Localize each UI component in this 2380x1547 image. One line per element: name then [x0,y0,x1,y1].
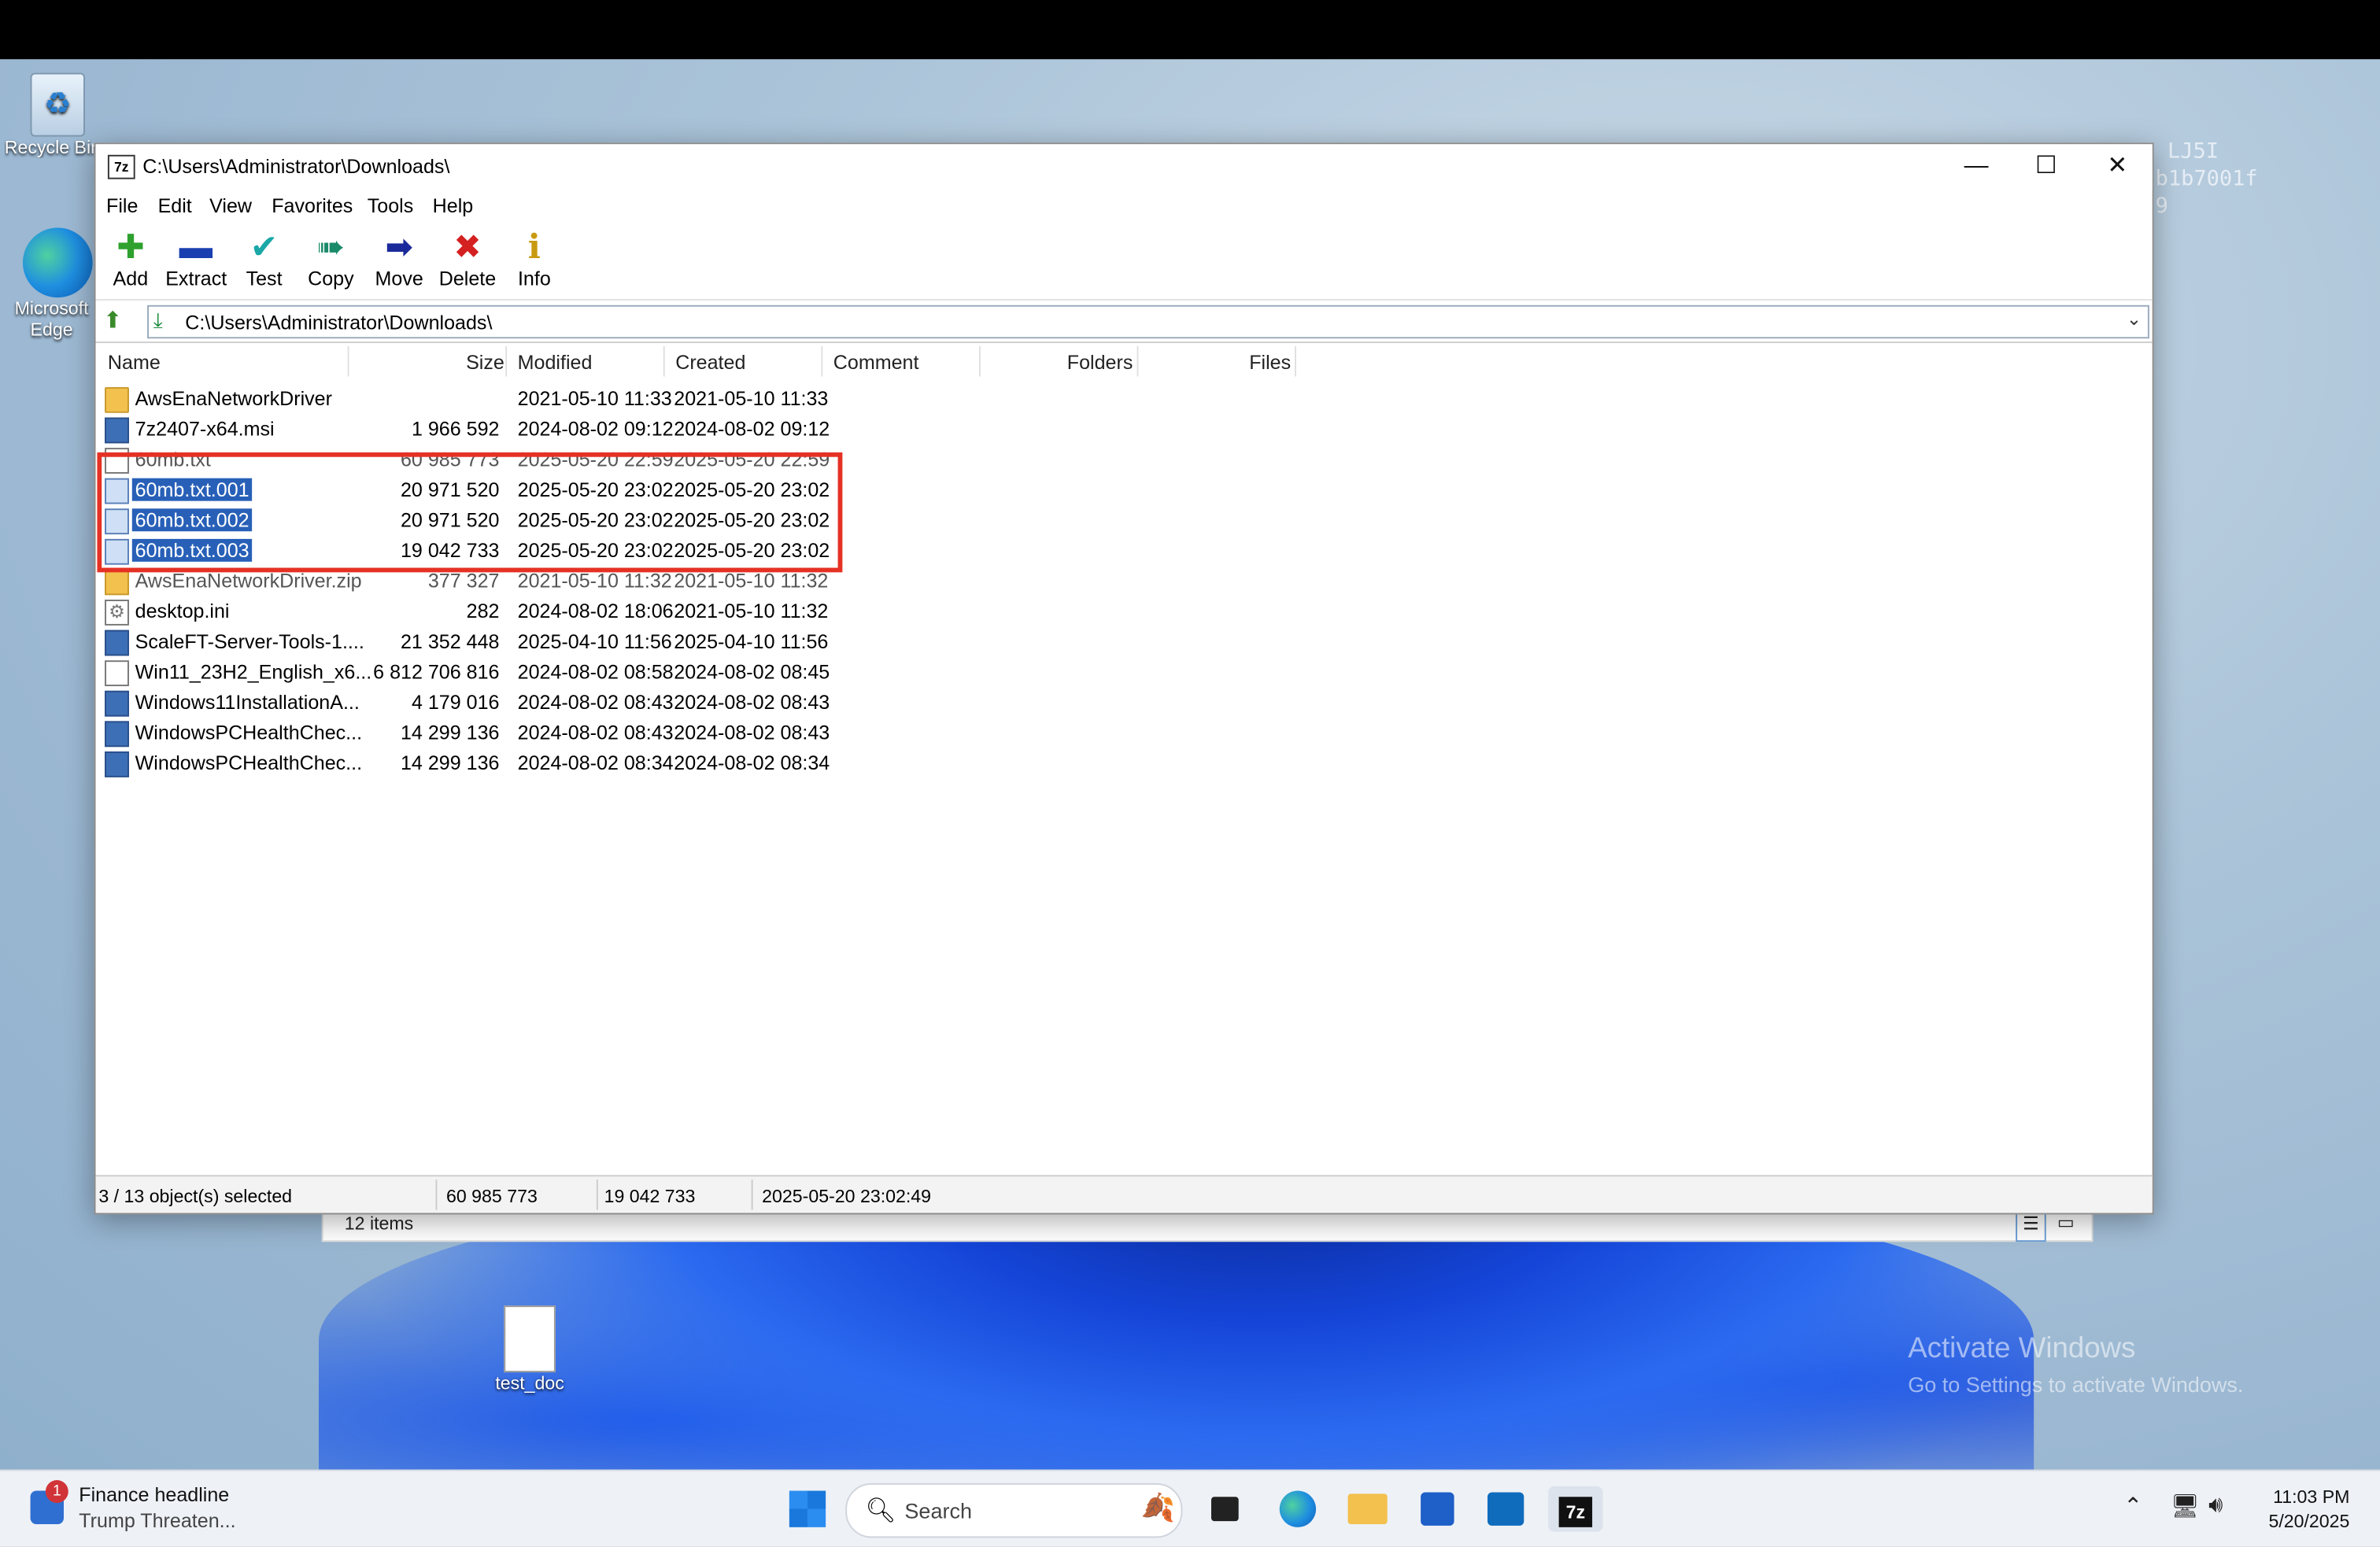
test-button[interactable]: ✔ Test [242,227,287,290]
taskbar-store[interactable] [1414,1486,1460,1532]
installer-icon [105,751,129,777]
clock[interactable]: 11:03 PM 5/20/2025 [2268,1485,2349,1534]
close-button[interactable]: ✕ [2082,144,2153,190]
folder-icon [1347,1493,1388,1524]
move-icon: ➡ [385,227,413,266]
list-item[interactable]: ScaleFT-Server-Tools-1.... 21 352 448 20… [95,627,2152,658]
chevron-up-icon[interactable]: ⌃ [2123,1492,2142,1519]
list-item[interactable]: 7z2407-x64.msi 1 966 592 2024-08-02 09:1… [95,415,2152,445]
extract-button[interactable]: ▬ Extract [165,227,227,290]
volume-icon[interactable]: 🔊︎ [2208,1492,2223,1518]
menu-view[interactable]: View [209,194,252,217]
highlight-box [97,452,843,573]
menu-edit[interactable]: Edit [158,194,192,217]
selected-size: 60 985 773 [445,1185,538,1207]
desktop-icon-test-doc[interactable]: test_doc [477,1305,583,1394]
recycle-bin-icon: ♻ [30,72,85,137]
info-button[interactable]: ℹ Info [515,227,554,290]
col-modified[interactable]: Modified [518,351,593,374]
7zip-file-manager-window: 7z C:\Users\Administrator\Downloads\ — ☐… [94,142,2154,1215]
col-name[interactable]: Name [108,351,161,374]
taskbar-outlook[interactable] [1483,1486,1528,1532]
col-comment[interactable]: Comment [833,351,919,374]
add-icon: ✚ [116,227,145,266]
delete-button[interactable]: ✖ Delete [437,227,497,290]
copy-button[interactable]: ➠ Copy [305,227,357,290]
settings-file-icon: ⚙ [105,600,129,626]
taskbar-file-explorer[interactable] [1345,1486,1391,1532]
menu-favorites[interactable]: Favorites [272,194,353,217]
address-field[interactable]: ⤓ C:\Users\Administrator\Downloads\ ⌄ [147,305,2149,339]
edge-icon [22,227,93,298]
taskbar: 1 Finance headline Trump Threaten... 🔍︎ … [0,1469,2380,1547]
installer-icon [105,417,129,444]
start-button[interactable] [786,1486,829,1532]
list-item[interactable]: WindowsPCHealthChec... 14 299 136 2024-0… [95,718,2152,749]
menu-file[interactable]: File [106,194,138,217]
windows-logo-icon [789,1490,826,1527]
delete-icon: ✖ [453,227,482,266]
status-bar: 3 / 13 object(s) selected 60 985 773 19 … [95,1175,2153,1213]
taskbar-7zip[interactable]: 7z [1548,1486,1603,1532]
store-icon [1421,1492,1454,1526]
minimize-button[interactable]: — [1942,144,2012,190]
edge-icon [1279,1490,1317,1527]
search-icon: 🔍︎ [865,1498,896,1524]
menu-help[interactable]: Help [433,194,474,217]
list-item[interactable]: Win11_23H2_English_x6... 6 812 706 816 2… [95,657,2152,688]
activate-windows-notice: Activate Windows Go to Settings to activ… [1908,1332,2244,1397]
up-folder-icon[interactable]: ⬆ [103,307,122,334]
taskbar-edge[interactable] [1275,1486,1321,1532]
menu-tools[interactable]: Tools [368,194,414,217]
7zip-app-icon: 7z [107,154,135,179]
zip-archive-icon [105,569,129,596]
test-icon: ✔ [249,227,279,266]
watermark-text: LJ5I b1b7001f 9 [2155,139,2258,219]
move-button[interactable]: ➡ Move [371,227,426,290]
background-explorer-statusbar: 12 items ☰ ▭ [321,1209,2094,1242]
col-files[interactable]: Files [1249,351,1291,374]
folder-icon [105,386,129,413]
info-icon: ℹ [527,227,541,266]
document-icon [504,1305,556,1373]
col-size[interactable]: Size [466,351,504,374]
7zip-app-icon: 7z [1558,1497,1593,1527]
col-created[interactable]: Created [675,351,745,374]
installer-icon [105,630,129,656]
chevron-down-icon[interactable]: ⌄ [2127,308,2142,330]
selection-count: 3 / 13 object(s) selected [98,1185,293,1207]
title-bar: 7z C:\Users\Administrator\Downloads\ — ☐… [95,144,2153,190]
list-item[interactable]: WindowsPCHealthChec... 14 299 136 2024-0… [95,748,2152,779]
extract-icon: ▬ [179,227,213,266]
tiles-view-icon[interactable]: ▭ [2052,1212,2079,1239]
outlook-icon [1487,1492,1524,1526]
network-icon[interactable]: 🖥︎ [2171,1492,2200,1519]
download-arrow-icon: ⤓ [153,308,163,333]
application-icon [105,690,129,717]
list-item[interactable]: ⚙ desktop.ini 282 2024-08-02 18:06 2021-… [95,596,2152,627]
top-black-bar [0,0,2380,60]
col-folders[interactable]: Folders [1067,351,1133,374]
add-button[interactable]: ✚ Add [108,227,153,290]
maximize-button[interactable]: ☐ [2011,144,2081,190]
task-view-icon [1210,1497,1239,1522]
notification-badge: 1 [45,1480,68,1503]
task-view-button[interactable] [1205,1486,1244,1532]
toolbar: ✚ Add ▬ Extract ✔ Test ➠ Copy ➡ Move ✖ D… [95,223,2153,301]
column-headers: Name Size Modified Created Comment Folde… [95,343,2152,379]
list-item[interactable]: AwsEnaNetworkDriver 2021-05-10 11:33 202… [95,384,2152,415]
item-date: 2025-05-20 23:02:49 [762,1185,932,1207]
installer-icon [105,721,129,748]
item-size: 19 042 733 [604,1185,696,1207]
search-box[interactable]: 🔍︎ Search 🍂 [845,1482,1183,1538]
copy-icon: ➠ [316,227,346,266]
search-highlight-icon: 🍂 [1140,1492,1175,1523]
menu-bar: File Edit View Favorites Tools Help [95,190,2152,223]
details-view-icon[interactable]: ☰ [2016,1211,2046,1242]
list-item[interactable]: Windows11InstallationA... 4 179 016 2024… [95,688,2152,718]
address-bar: ⬆ ⤓ C:\Users\Administrator\Downloads\ ⌄ [95,302,2153,344]
disc-image-icon [105,660,129,687]
window-title: C:\Users\Administrator\Downloads\ [142,154,450,178]
